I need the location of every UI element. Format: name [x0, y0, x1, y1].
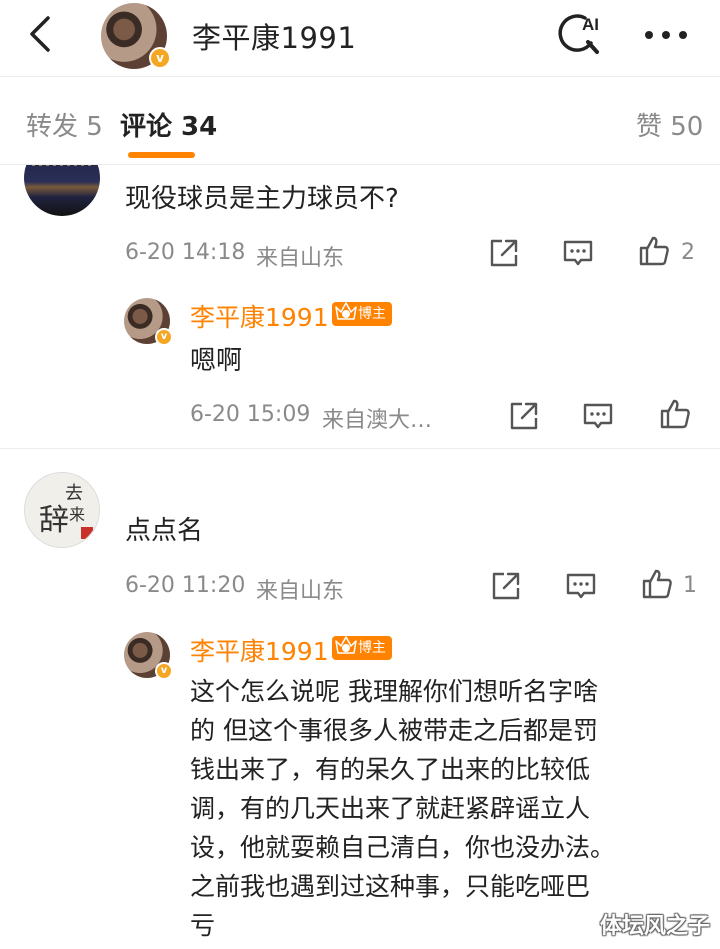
- tab-comments[interactable]: 评论 34: [120, 106, 217, 143]
- tab-likes[interactable]: 赞 50: [636, 106, 703, 143]
- comment-text: 现役球员是主力球员不?: [125, 184, 399, 214]
- crown-icon: [335, 636, 357, 654]
- avatar-calligraphy-char: 来: [69, 505, 86, 524]
- tabs-divider: [0, 164, 720, 165]
- reply-text: 嗯啊: [190, 346, 243, 376]
- red-seal: [81, 527, 93, 539]
- header-avatar[interactable]: v: [101, 3, 171, 69]
- header-divider: [0, 76, 720, 77]
- header-user-name[interactable]: 李平康1991: [192, 15, 356, 57]
- back-arrow-icon[interactable]: [22, 14, 62, 54]
- reply-text-line: 之前我也遇到过这种事，只能吃哑巴: [190, 872, 591, 901]
- reply-text-line: 设，他就耍赖自己清白，你也没办法。: [190, 833, 616, 862]
- share-icon[interactable]: [508, 400, 540, 432]
- replier-avatar[interactable]: v: [124, 632, 173, 680]
- host-badge: 博主: [332, 636, 392, 660]
- comment-icon[interactable]: [582, 400, 614, 432]
- share-icon[interactable]: [490, 570, 522, 602]
- commenter-avatar[interactable]: [24, 165, 100, 216]
- comment-location: 来自山东: [256, 246, 345, 271]
- like-count: 1: [683, 573, 697, 598]
- like-icon[interactable]: [638, 235, 670, 267]
- comment-time: 6-20 14:18: [125, 240, 246, 265]
- reply-text-line: 调，有的几天出来了就赶紧辟谣立人: [190, 794, 591, 823]
- reply-text-line: 这个怎么说呢 我理解你们想听名字啥: [190, 677, 598, 706]
- reply-author-name[interactable]: 李平康1991: [190, 298, 329, 334]
- comment-icon[interactable]: [565, 570, 597, 602]
- reply-location: 来自澳大…: [322, 408, 433, 433]
- top-bar: v 李平康1991 AI: [0, 0, 720, 76]
- reply-text-line: 的 但这个事很多人被带走之后都是罚: [190, 716, 598, 745]
- ai-label: AI: [582, 15, 599, 34]
- reply-author-name[interactable]: 李平康1991: [190, 632, 329, 668]
- reply-text-line: 钱出来了，有的呆久了出来的比较低: [190, 755, 591, 784]
- replier-avatar[interactable]: v: [124, 298, 173, 346]
- comment-text: 点点名: [125, 516, 204, 546]
- active-tab-indicator: [128, 152, 195, 158]
- share-icon[interactable]: [488, 237, 520, 269]
- verified-badge: v: [155, 662, 173, 680]
- host-badge: 博主: [332, 302, 392, 326]
- like-icon[interactable]: [659, 398, 691, 430]
- like-count: 2: [681, 240, 695, 265]
- watermark: 体坛风之子: [599, 914, 710, 939]
- ai-search-icon[interactable]: AI: [555, 10, 605, 56]
- avatar-calligraphy-char: 辞: [39, 503, 69, 538]
- commenter-avatar[interactable]: 去 来 辞: [24, 472, 100, 548]
- comment-time: 6-20 11:20: [125, 573, 246, 598]
- reply-text: 这个怎么说呢 我理解你们想听名字啥 的 但这个事很多人被带走之后都是罚 钱出来了…: [190, 672, 705, 945]
- comment-divider: [0, 448, 720, 449]
- comment-location: 来自山东: [256, 579, 345, 604]
- host-badge-label: 博主: [358, 640, 386, 656]
- comment-icon[interactable]: [562, 237, 594, 269]
- host-badge-label: 博主: [358, 306, 386, 322]
- verified-badge: v: [155, 328, 173, 346]
- like-icon[interactable]: [641, 568, 673, 600]
- verified-badge: v: [149, 47, 171, 69]
- more-dots-icon[interactable]: [643, 20, 689, 50]
- reply-time: 6-20 15:09: [190, 402, 311, 427]
- crown-icon: [335, 302, 357, 320]
- tab-repost[interactable]: 转发 5: [26, 106, 103, 143]
